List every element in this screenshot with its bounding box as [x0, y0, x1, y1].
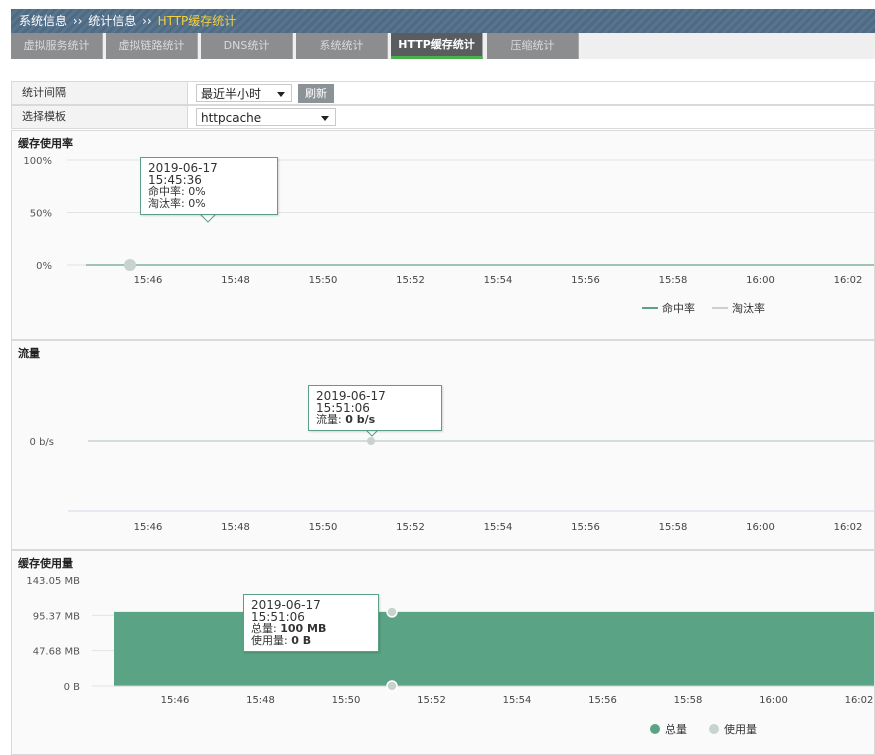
traffic-tooltip: 2019-06-17 15:51:06 流量: 0 b/s [308, 385, 442, 431]
legend-label-hit-rate: 命中率 [662, 301, 695, 315]
title-bar: 系统信息 ›› 统计信息 ›› HTTP缓存统计 [11, 9, 875, 33]
x-tick-label: 15:48 [221, 522, 250, 533]
x-tick-label: 15:58 [659, 522, 688, 533]
x-tick-label: 16:02 [834, 522, 863, 533]
breadcrumb: 系统信息 ›› 统计信息 ›› HTTP缓存统计 [11, 14, 236, 28]
traffic-chart: 0 b/s 15:46 15:48 15:50 15:52 15:54 15:56 15:58… [30, 427, 874, 533]
tooltip-used: 使用量: 0 B [251, 635, 371, 647]
hover-marker-used [386, 680, 398, 692]
tooltip-evict-rate: 淘汰率: 0% [148, 197, 206, 210]
x-tick-label: 16:00 [746, 522, 775, 533]
x-tick-label: 15:46 [134, 522, 163, 533]
x-tick-label: 15:48 [246, 695, 275, 706]
chevron-down-icon [321, 116, 329, 121]
breadcrumb-root[interactable]: 系统信息 [19, 14, 67, 28]
tab-system-stats[interactable]: 系统统计 [296, 33, 388, 59]
y-tick-label: 47.68 MB [33, 647, 80, 658]
template-select[interactable]: httpcache [196, 108, 336, 126]
x-tick-label: 15:52 [417, 695, 446, 706]
template-label: 选择模板 [12, 106, 188, 128]
x-tick-label: 15:56 [588, 695, 617, 706]
y-tick-label: 50% [30, 209, 52, 220]
tooltip-pointer [198, 213, 218, 223]
interval-select[interactable]: 最近半小时 [196, 84, 292, 102]
template-select-value: httpcache [201, 111, 262, 125]
x-tick-label: 15:54 [503, 695, 532, 706]
y-tick-label: 0 b/s [30, 437, 54, 448]
x-tick-label: 16:00 [759, 695, 788, 706]
breadcrumb-middle[interactable]: 统计信息 [88, 14, 136, 28]
interval-select-value: 最近半小时 [201, 87, 262, 101]
interval-label: 统计间隔 [12, 82, 188, 104]
legend-swatch-used [709, 724, 719, 734]
y-tick-label: 143.05 MB [26, 576, 80, 587]
spacer [11, 59, 875, 69]
total-area [114, 611, 874, 686]
x-tick-label: 15:46 [161, 695, 190, 706]
x-tick-label: 15:52 [396, 275, 425, 286]
x-tick-label: 15:50 [309, 275, 338, 286]
tab-bar: 虚拟服务统计 虚拟链路统计 DNS统计 系统统计 HTTP缓存统计 压缩统计 [11, 33, 875, 59]
template-row: 选择模板 httpcache [11, 105, 875, 129]
y-tick-label: 100% [23, 156, 52, 167]
y-tick-label: 0% [36, 261, 52, 272]
x-tick-label: 15:56 [571, 522, 600, 533]
x-tick-label: 15:48 [221, 275, 250, 286]
interval-row: 统计间隔 最近半小时 刷新 [11, 81, 875, 105]
hover-marker [367, 437, 375, 445]
x-tick-label: 16:02 [845, 695, 874, 706]
legend-swatch-total [650, 724, 660, 734]
tooltip-traffic: 流量: 0 b/s [316, 414, 434, 426]
x-tick-label: 16:00 [746, 275, 775, 286]
cache-usage-chart: 143.05 MB 95.37 MB 47.68 MB 0 B 15:46 15:48 15… [26, 576, 874, 736]
cache-usage-tooltip: 2019-06-17 15:51:06 总量: 100 MB 使用量: 0 B [243, 594, 379, 652]
breadcrumb-current: HTTP缓存统计 [157, 14, 237, 28]
legend-label-total: 总量 [665, 722, 687, 736]
x-tick-label: 15:56 [571, 275, 600, 286]
tab-virtual-link-stats[interactable]: 虚拟链路统计 [106, 33, 198, 59]
x-tick-label: 15:50 [332, 695, 361, 706]
y-tick-label: 0 B [64, 682, 81, 693]
tab-virtual-service-stats[interactable]: 虚拟服务统计 [11, 33, 103, 59]
tab-dns-stats[interactable]: DNS统计 [201, 33, 293, 59]
x-tick-label: 16:02 [834, 275, 863, 286]
chevron-down-icon [277, 92, 285, 97]
tooltip-traffic-label: 流量: [316, 413, 342, 426]
breadcrumb-separator: ›› [72, 14, 83, 28]
legend-label-used: 使用量 [724, 723, 757, 736]
x-tick-label: 15:58 [659, 275, 688, 286]
cache-usage-panel: 缓存使用量 143.05 MB 95.37 MB 47.68 MB 0 B 15:46 1… [11, 550, 875, 755]
y-tick-label: 95.37 MB [33, 611, 80, 622]
tooltip-used-value: 0 B [291, 634, 312, 647]
tooltip-time: 2019-06-17 15:45:36 [148, 161, 218, 187]
tab-compression-stats[interactable]: 压缩统计 [487, 33, 579, 59]
x-tick-label: 15:54 [484, 522, 513, 533]
x-tick-label: 15:50 [309, 522, 338, 533]
x-tick-label: 15:46 [134, 275, 163, 286]
hit-rate-tooltip: 2019-06-17 15:45:36 命中率: 0% 淘汰率: 0% [140, 157, 278, 215]
legend-label-evict-rate: 淘汰率 [732, 301, 765, 315]
hover-marker [124, 259, 136, 271]
x-tick-label: 15:52 [396, 522, 425, 533]
traffic-panel: 流量 0 b/s 15:46 15:48 15:50 15:52 15:54 15:56 15… [11, 340, 875, 550]
refresh-button[interactable]: 刷新 [298, 84, 334, 103]
tooltip-traffic-value: 0 b/s [345, 413, 376, 426]
tooltip-used-label: 使用量: [251, 634, 288, 647]
tab-http-cache-stats[interactable]: HTTP缓存统计 [391, 33, 483, 59]
tooltip-time: 2019-06-17 15:51:06 [316, 389, 386, 415]
tooltip-time: 2019-06-17 15:51:06 [251, 598, 321, 624]
x-tick-label: 15:54 [484, 275, 513, 286]
x-tick-label: 15:58 [674, 695, 703, 706]
hover-marker-total [386, 606, 398, 618]
hit-rate-panel: 缓存使用率 100% 50% 0% 15:46 15:48 15:50 15:52 15:54… [11, 130, 875, 340]
breadcrumb-separator: ›› [142, 14, 152, 28]
